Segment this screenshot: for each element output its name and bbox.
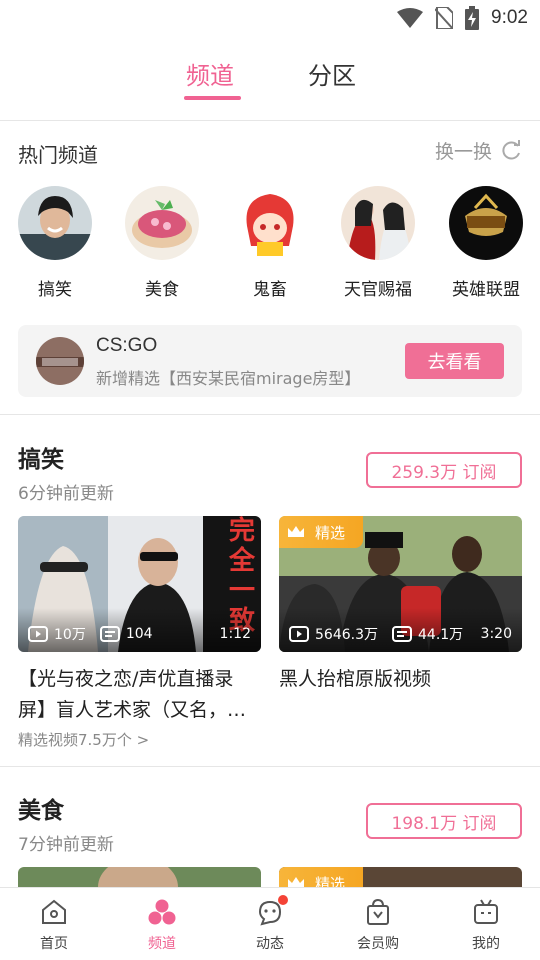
subscribe-button[interactable]: 259.3万 订阅: [366, 452, 522, 488]
featured-badge: 精选: [279, 516, 363, 548]
more-videos-link[interactable]: 精选视频7.5万个 >: [18, 729, 149, 750]
section-updated: 6分钟前更新: [18, 484, 114, 504]
channel-label: 鬼畜: [253, 280, 287, 300]
video-card[interactable]: 精选 5646.3万 44.1万 3:20 黑人抬棺原版视频: [279, 516, 522, 695]
danmaku-icon: [99, 626, 120, 642]
nav-shop[interactable]: 会员购: [324, 888, 432, 960]
channel-item-funny[interactable]: 搞笑: [5, 186, 105, 300]
refresh-button[interactable]: 换一换: [435, 137, 522, 164]
video-thumbnail: 精选 5646.3万 44.1万 3:20: [279, 516, 522, 652]
hot-channel-list: 搞笑 美食 鬼畜 天官赐福 英雄联盟: [0, 186, 540, 301]
hot-channels-title: 热门频道: [18, 143, 98, 167]
nav-channel[interactable]: 频道: [108, 888, 216, 960]
channel-label: 美食: [145, 280, 179, 300]
divider: [0, 120, 540, 121]
video-thumbnail: 完全一致 10万 104 1:12: [18, 516, 261, 652]
channel-label: 搞笑: [38, 280, 72, 300]
subscribe-button[interactable]: 198.1万 订阅: [366, 803, 522, 839]
tab-zone[interactable]: 分区: [308, 56, 356, 91]
video-title: 【光与夜之恋/声优直播录屏】盲人艺术家（又名，…: [18, 668, 247, 721]
channel-item-kichiku[interactable]: 鬼畜: [220, 186, 320, 300]
status-time: 9:02: [491, 7, 528, 28]
featured-channel-card[interactable]: CS:GO 新增精选【西安某民宿mirage房型】 去看看: [18, 325, 522, 397]
battery-charging-icon: [465, 6, 480, 30]
danmaku-count: 104: [125, 626, 153, 642]
csgo-avatar: [36, 337, 84, 385]
video-title: 黑人抬棺原版视频: [279, 668, 432, 690]
tab-channel[interactable]: 频道: [186, 56, 234, 91]
nav-label: 动态: [256, 936, 284, 952]
wifi-icon: [397, 8, 424, 28]
shop-icon: [367, 898, 389, 925]
home-icon: [42, 899, 66, 924]
nav-label: 会员购: [357, 936, 399, 952]
status-bar: 9:02: [0, 0, 540, 36]
channel-label: 天官赐福: [344, 280, 412, 300]
danmaku-icon: [392, 626, 412, 642]
crown-icon: [288, 526, 304, 537]
featured-title: CS:GO: [96, 335, 158, 356]
divider: [0, 414, 540, 415]
tab-indicator: [184, 96, 241, 100]
video-duration: 3:20: [480, 626, 512, 642]
channel-item-tianguan[interactable]: 天官赐福: [328, 186, 428, 300]
nav-home[interactable]: 首页: [0, 888, 108, 960]
video-meta: 5646.3万 44.1万 3:20: [289, 624, 512, 644]
nav-label: 频道: [148, 936, 176, 952]
bottom-navigation: 首页 频道 动态 会员购 我的: [0, 887, 540, 960]
go-watch-button[interactable]: 去看看: [405, 343, 504, 379]
channel-item-lol[interactable]: 英雄联盟: [436, 186, 536, 300]
play-icon: [289, 626, 309, 642]
nav-me[interactable]: 我的: [432, 888, 540, 960]
section-title: 搞笑: [18, 447, 64, 473]
video-duration: 1:12: [219, 626, 251, 642]
nav-label: 我的: [472, 936, 500, 952]
nav-label: 首页: [40, 936, 68, 952]
channel-label: 英雄联盟: [452, 280, 520, 300]
view-count: 10万: [54, 627, 86, 643]
refresh-icon: [502, 139, 520, 159]
channel-avatar: [233, 186, 307, 260]
tv-icon: [474, 899, 498, 924]
section-updated: 7分钟前更新: [18, 835, 114, 855]
no-sim-icon: [435, 7, 454, 29]
video-card[interactable]: 完全一致 10万 104 1:12 【光与夜之恋/声优直播录屏】盲人艺术家（又名…: [18, 516, 261, 726]
channel-item-food[interactable]: 美食: [112, 186, 212, 300]
channel-avatar: [341, 186, 415, 260]
section-title: 美食: [18, 798, 64, 824]
top-tabs: 频道 分区: [0, 44, 540, 120]
channel-avatar: [449, 186, 523, 260]
featured-subtitle: 新增精选【西安某民宿mirage房型】: [96, 369, 361, 388]
divider: [0, 766, 540, 767]
channel-icon: [148, 899, 176, 925]
channel-avatar: [125, 186, 199, 260]
view-count: 5646.3万: [315, 627, 378, 643]
danmaku-count: 44.1万: [418, 627, 464, 643]
video-meta: 10万 104 1:12: [28, 624, 251, 644]
refresh-label: 换一换: [434, 141, 492, 163]
channel-avatar: [18, 186, 92, 260]
play-icon: [28, 626, 48, 642]
nav-feed[interactable]: 动态: [216, 888, 324, 960]
notification-dot: [278, 895, 288, 905]
badge-label: 精选: [315, 523, 346, 542]
